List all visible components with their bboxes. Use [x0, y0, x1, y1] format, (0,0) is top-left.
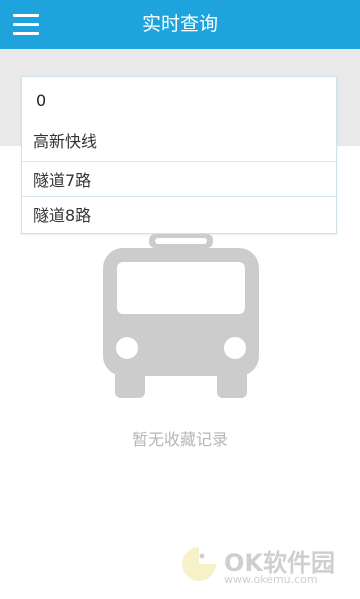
suggestion-item[interactable]: 高新快线	[22, 123, 336, 161]
bus-icon	[103, 234, 259, 398]
empty-state-message: 暂无收藏记录	[131, 430, 228, 449]
watermark: OK软件园 www.okemu.com	[178, 543, 350, 591]
search-input[interactable]	[22, 77, 336, 123]
watermark-logo-icon	[182, 547, 216, 581]
app-bar: 实时查询	[0, 0, 360, 49]
page-title: 实时查询	[141, 13, 218, 35]
suggestion-item[interactable]: 隧道7路	[22, 161, 336, 199]
watermark-url: www.okemu.com	[224, 573, 318, 586]
search-dropdown: 高新快线 隧道7路 隧道8路	[21, 76, 337, 234]
suggestion-item[interactable]: 隧道8路	[22, 196, 336, 234]
